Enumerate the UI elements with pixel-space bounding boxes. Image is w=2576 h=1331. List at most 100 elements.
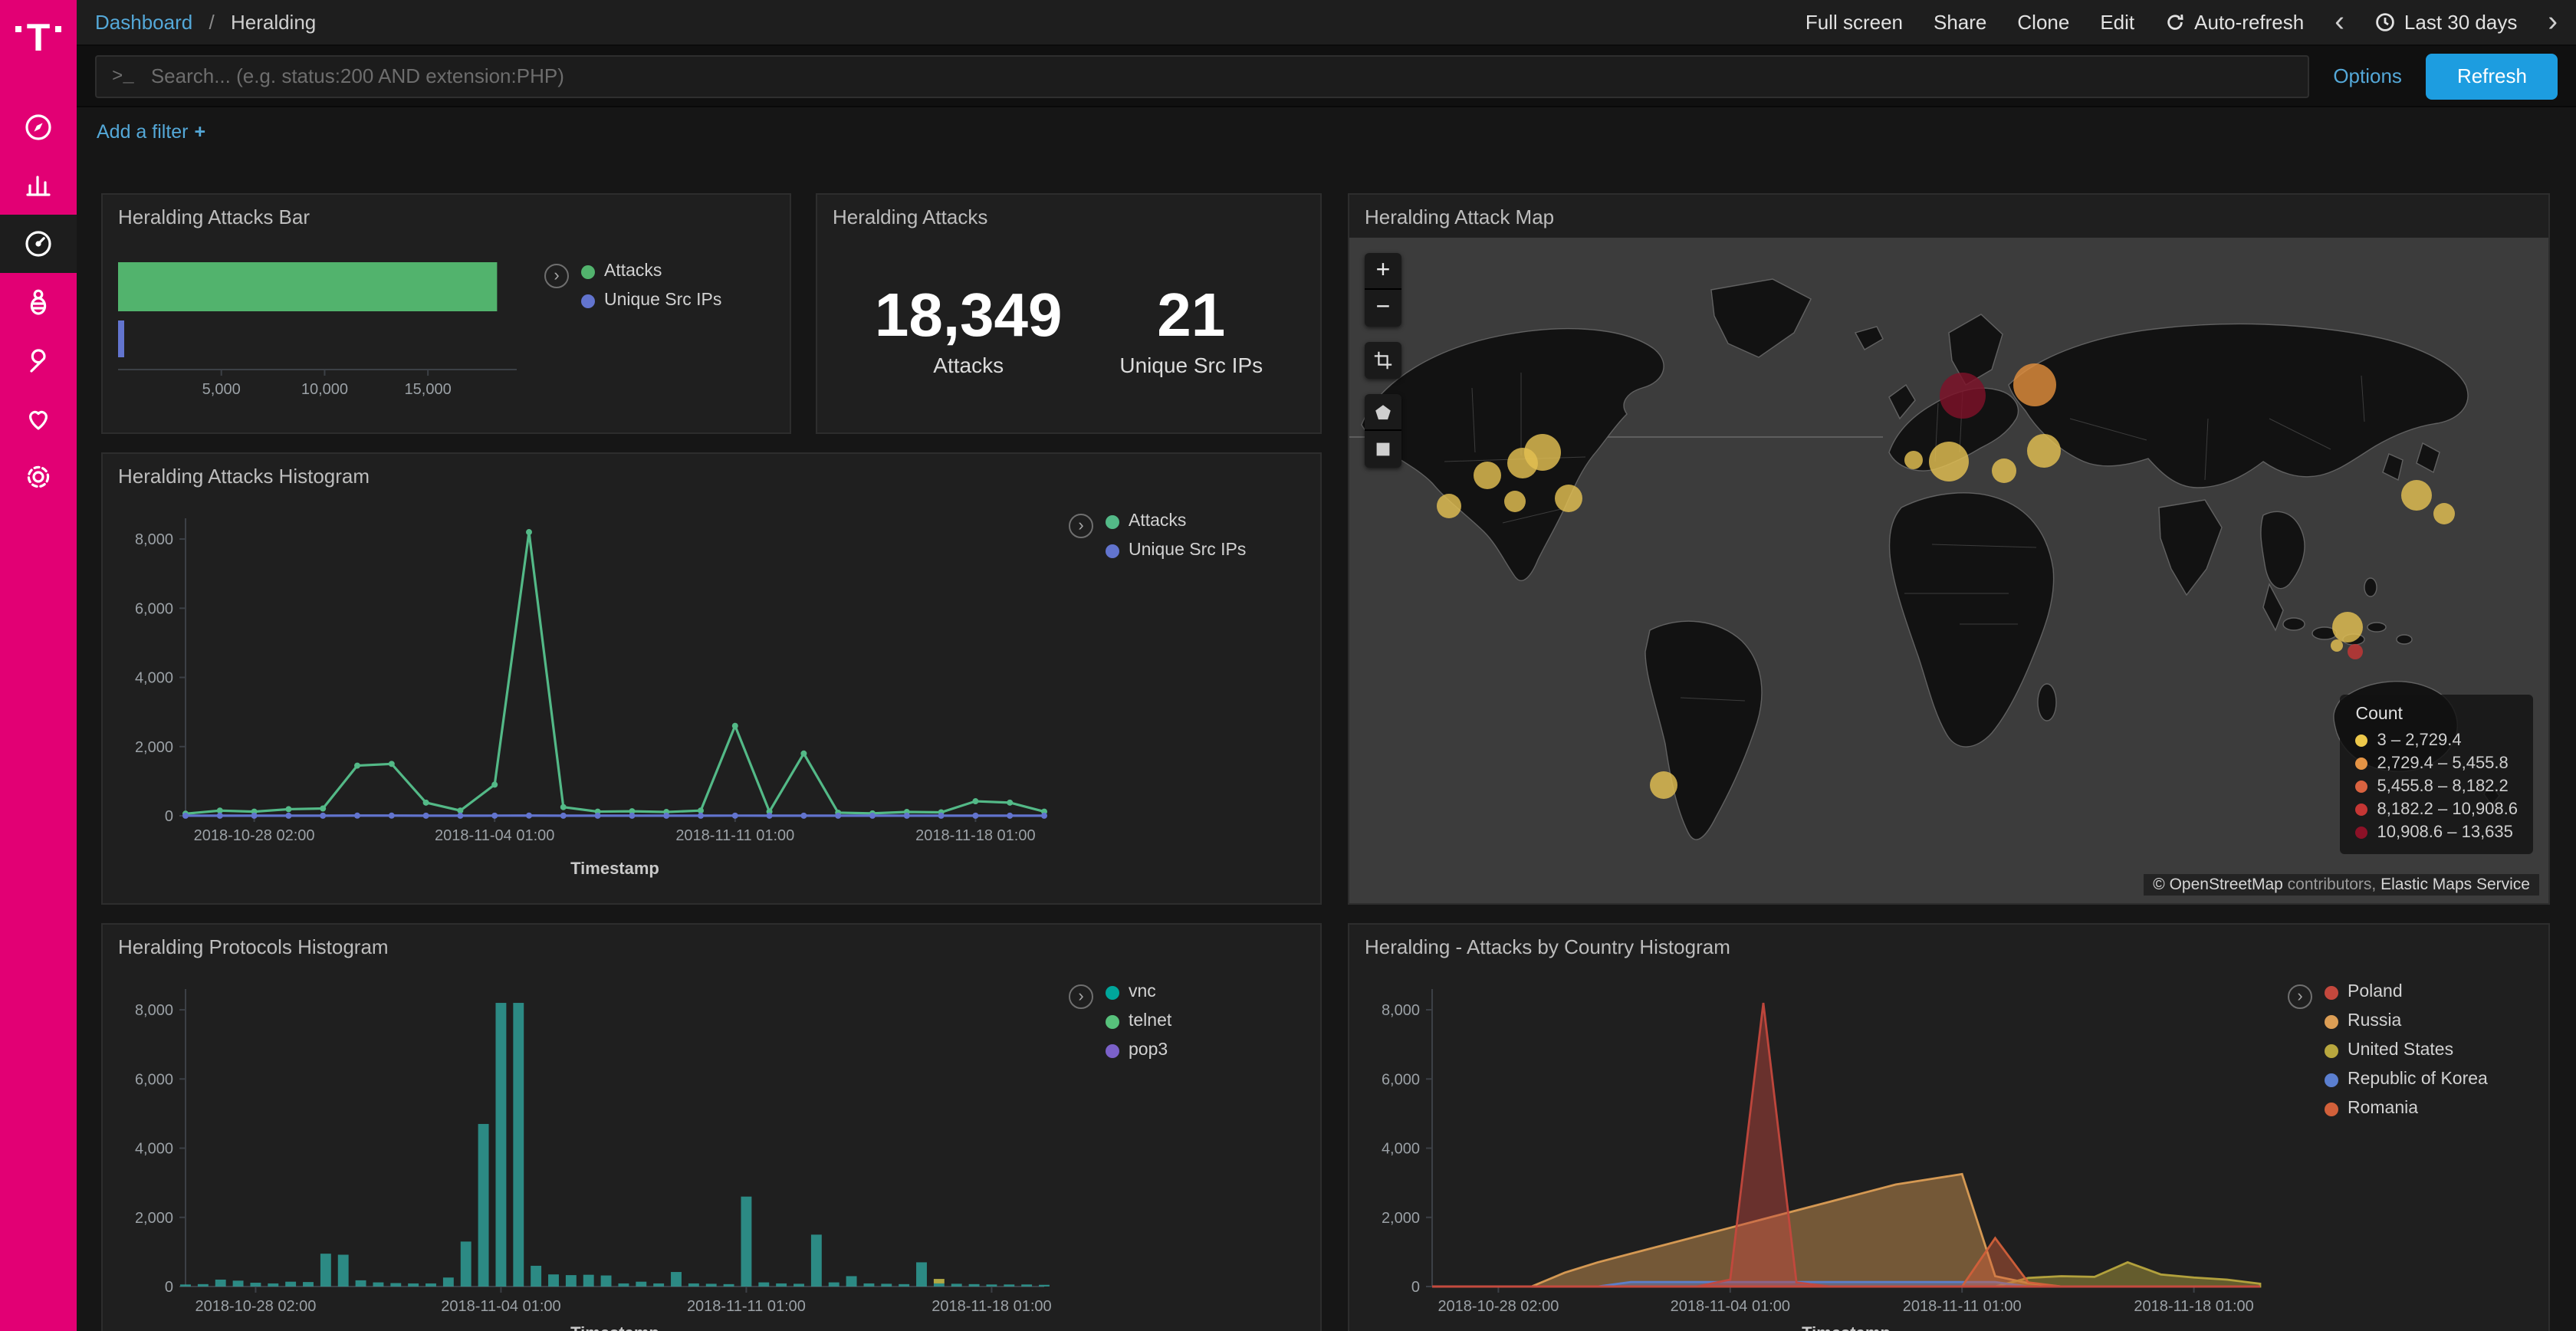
svg-text:0: 0 — [165, 808, 173, 825]
svg-text:5,000: 5,000 — [202, 381, 241, 398]
terminal-prompt-icon: >_ — [112, 65, 134, 87]
legend-item[interactable]: Republic of Korea — [2325, 1070, 2488, 1089]
svg-text:Timestamp: Timestamp — [570, 859, 659, 878]
panel-title: Heralding Protocols Histogram — [103, 925, 1320, 963]
sidebar-item-dashboard[interactable] — [0, 215, 77, 273]
map-count-legend: Count 3 – 2,729.4 2,729.4 – 5,455.8 5,45… — [2341, 695, 2534, 854]
bee-icon — [23, 287, 54, 317]
world-map[interactable]: + − — [1349, 238, 2548, 903]
ems-link[interactable]: Elastic Maps Service — [2380, 876, 2530, 894]
svg-text:4,000: 4,000 — [1382, 1141, 1420, 1158]
sidebar-item-tools[interactable] — [0, 331, 77, 389]
protocols-histogram-chart[interactable]: 02,0004,0006,0008,0002018-10-28 02:00201… — [115, 971, 1066, 1331]
legend: › Attacks Unique Src IPs — [544, 262, 721, 310]
legend-dot — [581, 294, 595, 307]
legend-item[interactable]: telnet — [1106, 1012, 1171, 1030]
panel-title: Heralding - Attacks by Country Histogram — [1349, 925, 2548, 963]
legend-item[interactable]: Attacks — [1106, 512, 1246, 531]
legend-dot — [2325, 1043, 2338, 1057]
metric-value: 21 — [1119, 284, 1263, 348]
svg-text:4,000: 4,000 — [135, 670, 173, 687]
zoom-in-button[interactable]: + — [1365, 253, 1401, 290]
country-histogram-chart[interactable]: 02,0004,0006,0008,0002018-10-28 02:00201… — [1362, 971, 2282, 1331]
legend-collapse-button[interactable]: › — [1069, 984, 1093, 1009]
full-screen-button[interactable]: Full screen — [1806, 11, 1903, 34]
legend-item[interactable]: pop3 — [1106, 1041, 1171, 1060]
sidebar-item-visualize[interactable] — [0, 156, 77, 215]
sidebar-item-health[interactable] — [0, 389, 77, 448]
svg-text:2018-10-28 02:00: 2018-10-28 02:00 — [195, 1298, 316, 1315]
crop-icon — [1372, 350, 1394, 371]
time-back-chevron[interactable]: ‹ — [2334, 8, 2344, 37]
svg-text:4,000: 4,000 — [135, 1141, 173, 1158]
svg-text:0: 0 — [1411, 1279, 1420, 1296]
refresh-icon — [2165, 12, 2185, 32]
legend-dot — [581, 265, 595, 278]
draw-rectangle-button[interactable] — [1365, 431, 1401, 468]
edit-button[interactable]: Edit — [2100, 11, 2134, 34]
legend-item[interactable]: Attacks — [581, 262, 721, 281]
legend-item[interactable]: Poland — [2325, 983, 2488, 1001]
clone-button[interactable]: Clone — [2017, 11, 2069, 34]
logo-dot-left — [16, 26, 22, 32]
fit-bounds-button[interactable] — [1365, 342, 1401, 379]
auto-refresh-button[interactable]: Auto-refresh — [2165, 11, 2304, 34]
legend-item[interactable]: Unique Src IPs — [581, 291, 721, 310]
attacks-histogram-chart[interactable]: 02,0004,0006,0008,0002018-10-28 02:00201… — [115, 500, 1066, 903]
refresh-button[interactable]: Refresh — [2426, 53, 2558, 99]
legend-dot — [1106, 985, 1119, 999]
sidebar-nav — [0, 98, 77, 506]
legend-item[interactable]: vnc — [1106, 983, 1171, 1001]
svg-text:8,000: 8,000 — [135, 1002, 173, 1019]
legend-title: Count — [2356, 705, 2518, 724]
options-link[interactable]: Options — [2333, 64, 2402, 87]
legend-item[interactable]: Russia — [2325, 1012, 2488, 1030]
share-button[interactable]: Share — [1934, 11, 1986, 34]
polygon-icon — [1372, 401, 1394, 422]
gauge-icon — [23, 228, 54, 259]
svg-text:2018-11-18 01:00: 2018-11-18 01:00 — [932, 1298, 1051, 1315]
svg-text:6,000: 6,000 — [135, 1071, 173, 1088]
legend-dot — [2356, 735, 2368, 747]
add-filter-link[interactable]: Add a filter+ — [97, 120, 205, 142]
svg-text:Timestamp: Timestamp — [1802, 1323, 1891, 1331]
svg-text:6,000: 6,000 — [1382, 1071, 1420, 1088]
legend-range: 2,729.4 – 5,455.8 — [2356, 754, 2518, 773]
svg-text:8,000: 8,000 — [1382, 1002, 1420, 1019]
legend-dot — [1106, 1043, 1119, 1057]
breadcrumb-current: Heralding — [231, 11, 316, 34]
panel-attack-map: Heralding Attack Map — [1348, 193, 2550, 905]
panel-title: Heralding Attack Map — [1349, 195, 2548, 233]
legend-collapse-button[interactable]: › — [1069, 514, 1093, 538]
sidebar-item-settings[interactable] — [0, 448, 77, 506]
sidebar-item-honeypot[interactable] — [0, 273, 77, 331]
search-input[interactable] — [148, 63, 2292, 89]
svg-text:2018-11-11 01:00: 2018-11-11 01:00 — [675, 827, 794, 844]
legend-item[interactable]: United States — [2325, 1041, 2488, 1060]
legend-item[interactable]: Romania — [2325, 1099, 2488, 1118]
panel-title: Heralding Attacks Histogram — [103, 454, 1320, 492]
sidebar-item-discover[interactable] — [0, 98, 77, 156]
svg-text:2018-11-11 01:00: 2018-11-11 01:00 — [1903, 1298, 2022, 1315]
zoom-out-button[interactable]: − — [1365, 290, 1401, 327]
legend-range: 5,455.8 – 8,182.2 — [2356, 777, 2518, 796]
draw-polygon-button[interactable] — [1365, 394, 1401, 431]
osm-link[interactable]: © OpenStreetMap — [2153, 876, 2283, 894]
topbar: Dashboard / Heralding Full screen Share … — [77, 0, 2576, 46]
heart-icon — [23, 403, 54, 434]
svg-text:2018-10-28 02:00: 2018-10-28 02:00 — [194, 827, 315, 844]
time-forward-chevron[interactable]: › — [2548, 8, 2558, 37]
legend-collapse-button[interactable]: › — [2288, 984, 2312, 1009]
panel-attacks-metric: Heralding Attacks 18,349 Attacks 21 Uniq… — [816, 193, 1322, 434]
metric-label: Attacks — [875, 353, 1063, 377]
legend-dot — [2325, 1014, 2338, 1028]
legend-dot — [2325, 1073, 2338, 1086]
attacks-bar-chart[interactable]: 5,00010,00015,000 — [112, 247, 529, 426]
svg-text:2018-10-28 02:00: 2018-10-28 02:00 — [1438, 1298, 1559, 1315]
map-attribution: © OpenStreetMap contributors, Elastic Ma… — [2144, 874, 2539, 896]
legend-item[interactable]: Unique Src IPs — [1106, 541, 1246, 560]
breadcrumb-dashboard-link[interactable]: Dashboard — [95, 11, 192, 34]
legend-collapse-button[interactable]: › — [544, 264, 569, 288]
metric-label: Unique Src IPs — [1119, 353, 1263, 377]
time-range-picker[interactable]: Last 30 days — [2375, 11, 2517, 34]
